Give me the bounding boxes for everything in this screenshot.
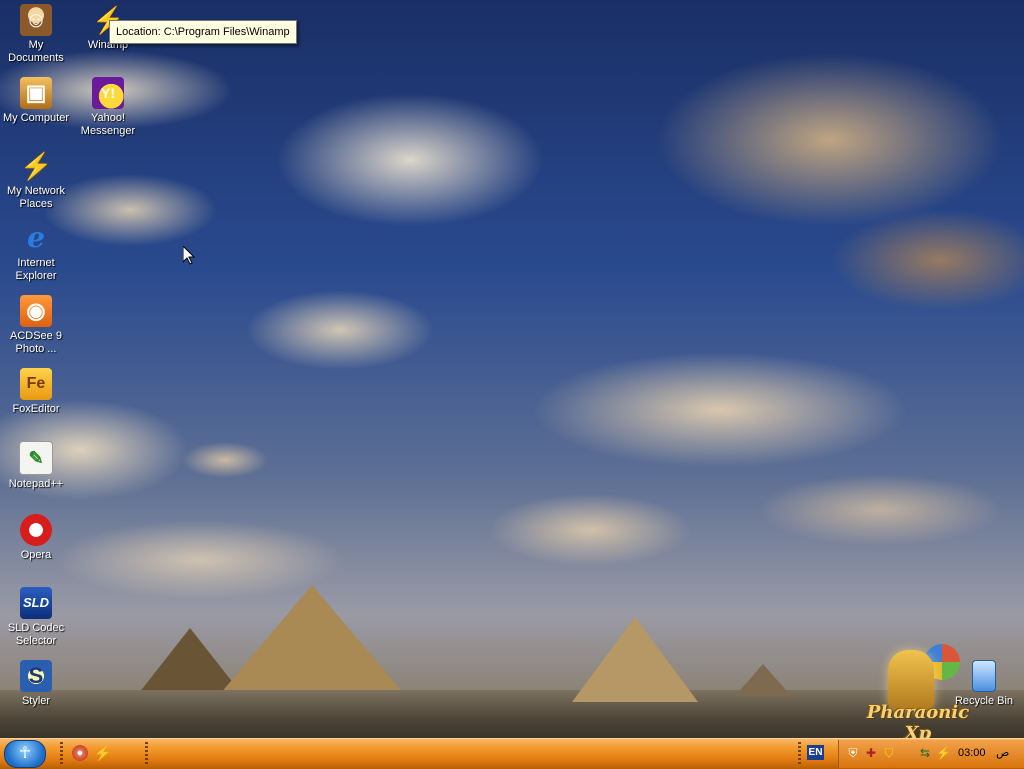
- desktop-icon-label: Recycle Bin: [954, 695, 1014, 707]
- desktop-icon-my-network-places[interactable]: ⚡ My Network Places: [0, 150, 72, 211]
- desktop-icon-opera[interactable]: O Opera: [0, 514, 72, 562]
- desktop-icon-label: My Computer: [2, 112, 70, 124]
- desktop-icon-sld-codec-selector[interactable]: SLD SLD Codec Selector: [0, 587, 72, 648]
- desktop-icon-internet-explorer[interactable]: e Internet Explorer: [0, 222, 72, 283]
- toolbar-grip[interactable]: [60, 742, 63, 764]
- styler-icon: S: [20, 660, 52, 692]
- clock-period: ص: [996, 747, 1010, 759]
- quick-launch-browser-icon[interactable]: ●: [72, 745, 88, 761]
- desktop-icon-my-documents[interactable]: ☺ My Documents: [0, 4, 72, 65]
- toolbar-grip[interactable]: [145, 742, 148, 764]
- foxeditor-icon: Fe: [20, 368, 52, 400]
- desktop-icon-label: SLD Codec Selector: [7, 622, 65, 647]
- my-documents-icon: ☺: [20, 4, 52, 36]
- taskbar-clock[interactable]: 03:00: [958, 746, 986, 760]
- language-indicator[interactable]: EN: [807, 745, 824, 760]
- acdsee-icon: ◉: [20, 295, 52, 327]
- desktop-icon-label: ACDSee 9 Photo ...: [10, 330, 62, 355]
- desktop-icon-notepad-plus-plus[interactable]: ✎ Notepad++: [0, 441, 72, 491]
- pyramid-right: [572, 617, 698, 702]
- start-button[interactable]: ☥: [4, 740, 46, 768]
- desktop-icon-label: Notepad++: [8, 478, 64, 490]
- desktop-icon-label: FoxEditor: [12, 403, 60, 415]
- desktop-icon-yahoo-messenger[interactable]: Y! Yahoo! Messenger: [72, 77, 144, 138]
- desktop-icon-recycle-bin[interactable]: Recycle Bin: [948, 660, 1020, 708]
- desktop-icon-label: Styler: [21, 695, 51, 707]
- pharaoh-head-logo: [888, 650, 934, 710]
- toolbar-grip[interactable]: [798, 742, 801, 764]
- security-alert-icon[interactable]: ⛉: [882, 746, 896, 760]
- recycle-bin-icon: [972, 660, 996, 692]
- sld-codec-selector-icon: SLD: [20, 587, 52, 619]
- desktop-icon-acdsee[interactable]: ◉ ACDSee 9 Photo ...: [0, 295, 72, 356]
- shield-icon[interactable]: ⛨: [846, 746, 860, 760]
- internet-explorer-icon: e: [27, 221, 45, 254]
- network-icon[interactable]: ⇆: [918, 746, 932, 760]
- desktop-icon-foxeditor[interactable]: Fe FoxEditor: [0, 368, 72, 416]
- desktop-icon-label: Opera: [20, 549, 52, 561]
- pyramid-distant: [735, 664, 791, 696]
- opera-icon: O: [20, 514, 52, 546]
- desktop-icon-label: My Documents: [8, 39, 64, 64]
- antivirus-icon[interactable]: ✚: [864, 746, 878, 760]
- notepad-plus-plus-icon: ✎: [19, 441, 53, 475]
- my-computer-icon: ▣: [20, 77, 52, 109]
- desktop-icon-label: Internet Explorer: [15, 257, 57, 282]
- my-network-places-icon: ⚡: [20, 151, 53, 181]
- desktop-icon-label: My Network Places: [6, 185, 66, 210]
- desktop-icon-label: Yahoo! Messenger: [80, 112, 136, 137]
- winamp-tray-icon[interactable]: ⚡: [936, 746, 951, 760]
- desktop-icon-styler[interactable]: S Styler: [0, 660, 72, 708]
- yahoo-messenger-icon: Y!: [92, 77, 124, 109]
- winamp-location-tooltip: Location: C:\Program Files\Winamp: [109, 20, 297, 44]
- pyramid-great: [215, 585, 409, 700]
- quick-launch-winamp-icon[interactable]: ⚡: [94, 745, 111, 761]
- desktop-wallpaper: Pharaonic Xp: [0, 0, 1024, 768]
- desktop-icon-my-computer[interactable]: ▣ My Computer: [0, 77, 72, 125]
